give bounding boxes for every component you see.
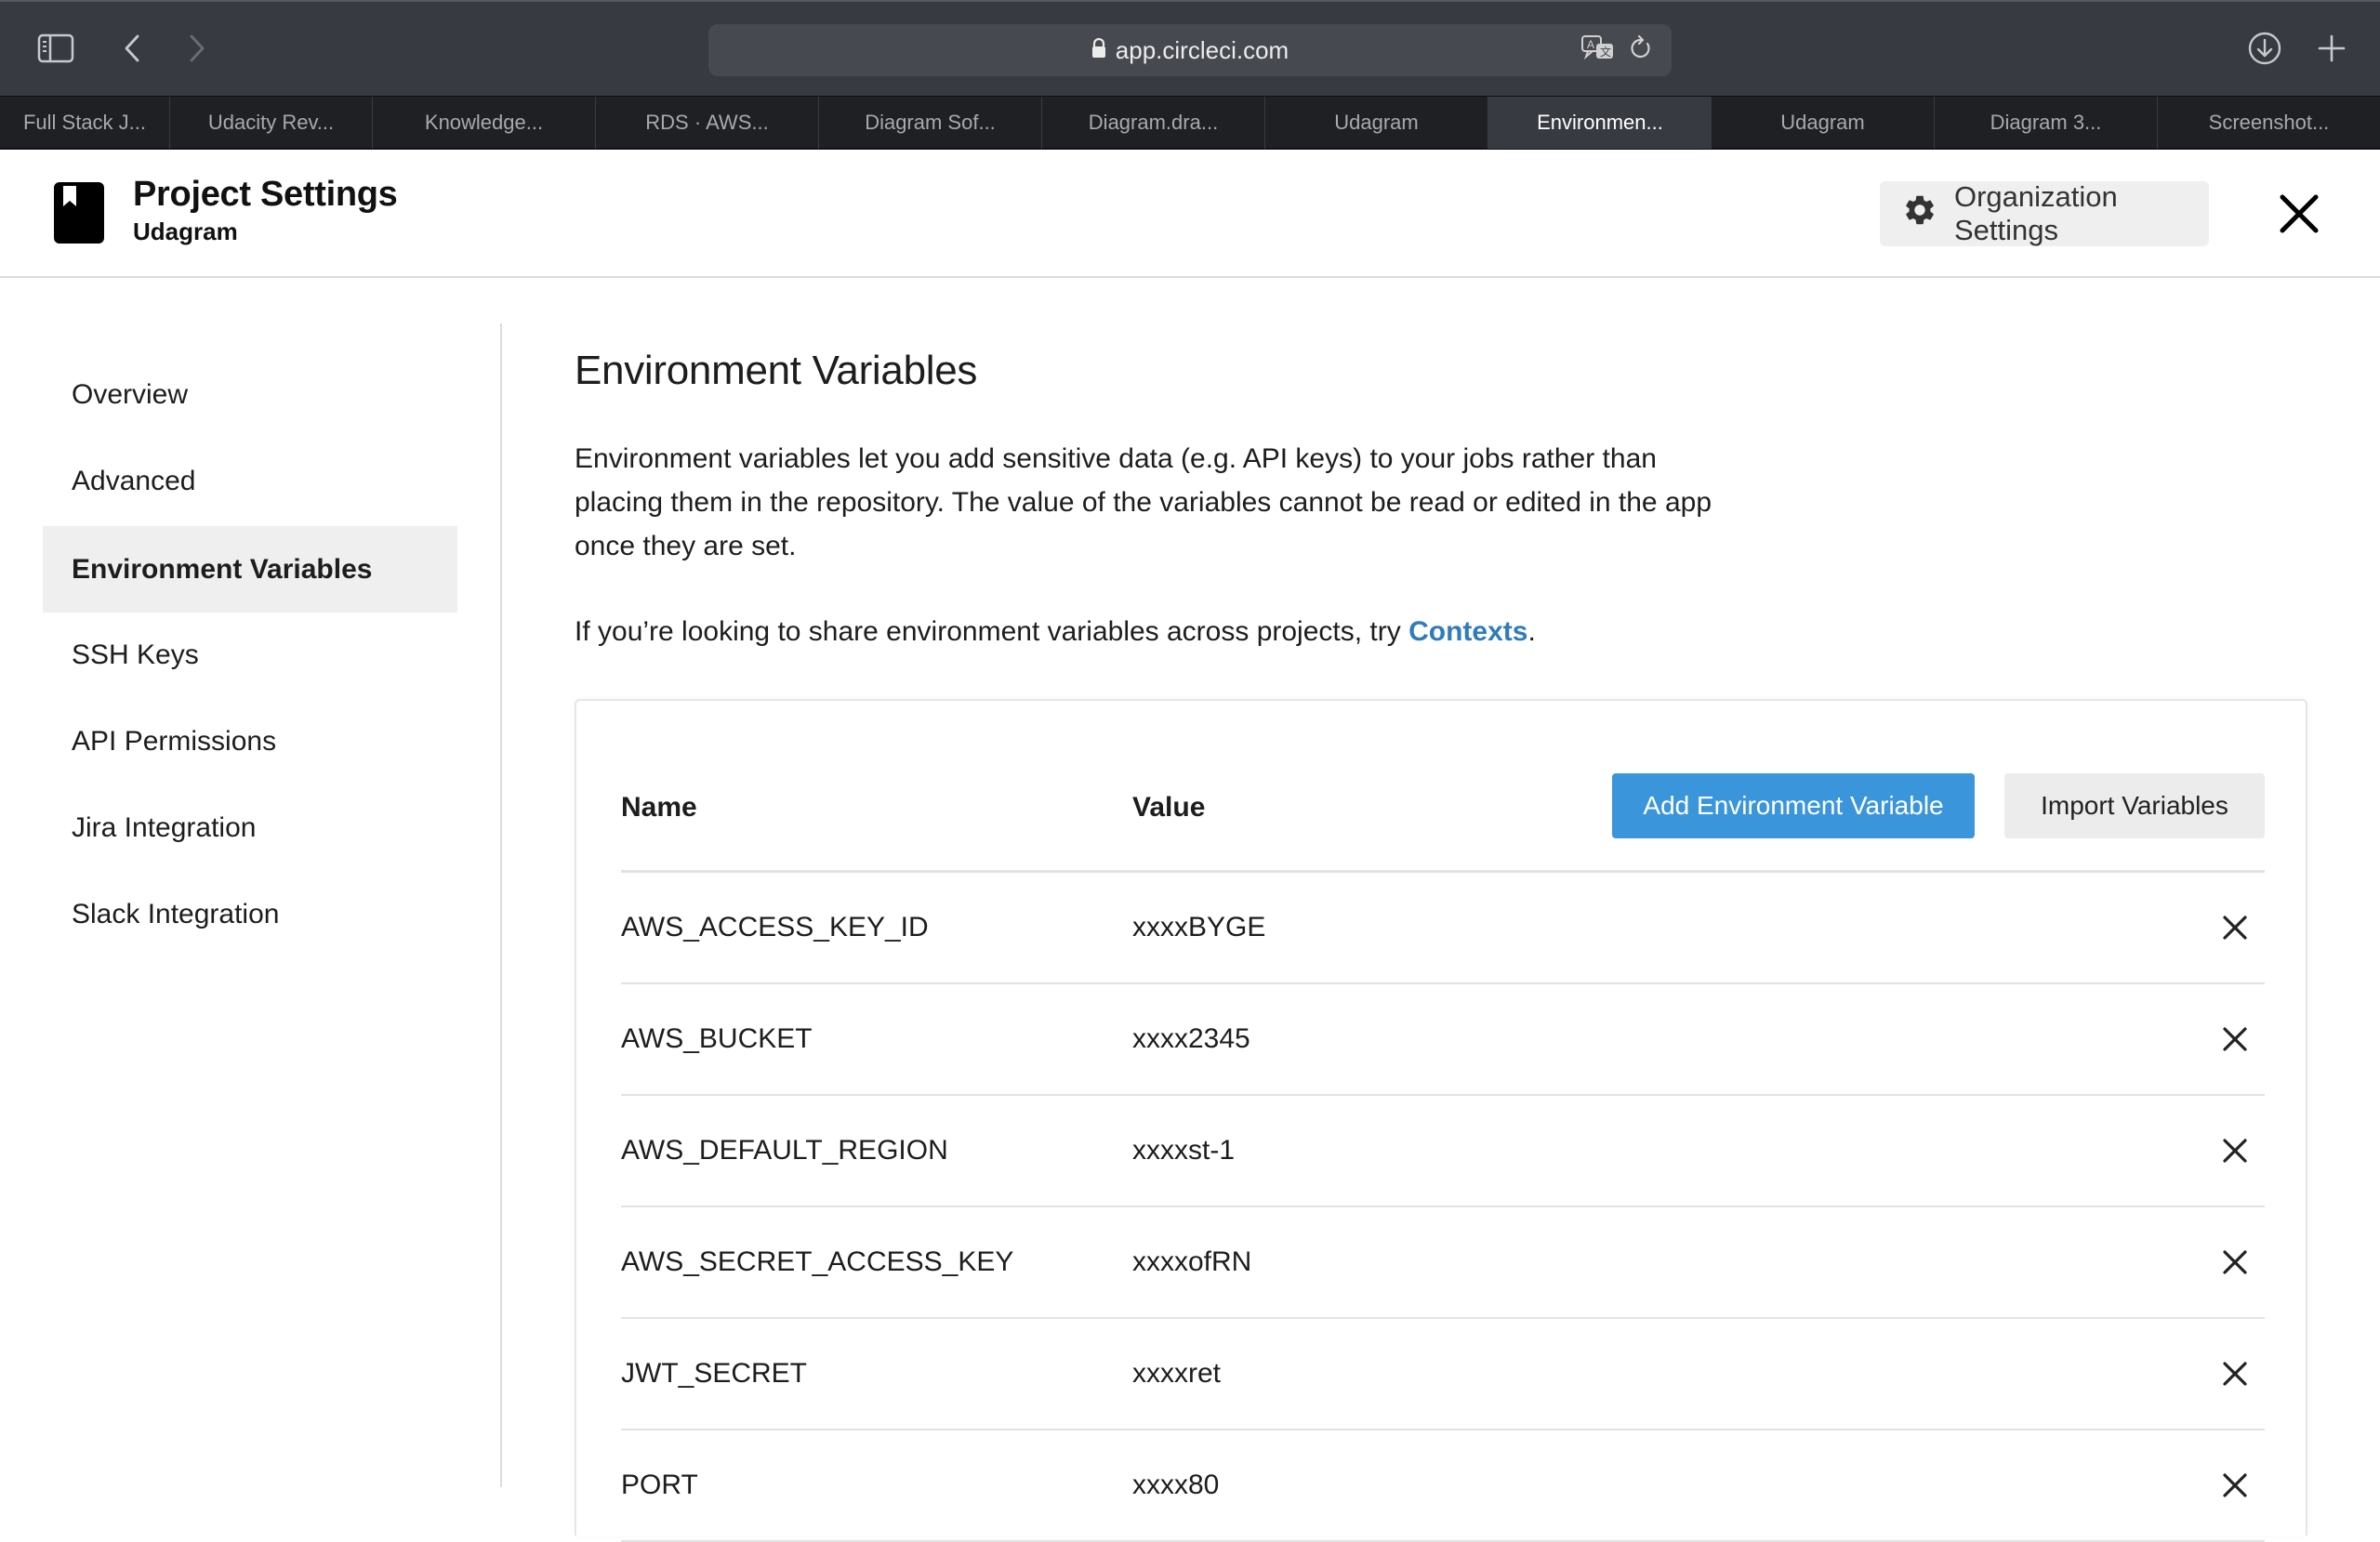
variable-name: AWS_BUCKET (621, 1023, 813, 1054)
variable-name: AWS_DEFAULT_REGION (621, 1135, 948, 1166)
delete-variable-button[interactable] (2222, 1472, 2248, 1498)
column-header-name: Name (621, 792, 697, 823)
delete-variable-button[interactable] (2222, 1138, 2248, 1164)
browser-tab[interactable]: Udagram (1712, 97, 1935, 149)
project-name: Udagram (133, 217, 238, 245)
variable-value: xxxxofRN (1132, 1246, 1252, 1277)
browser-tab[interactable]: Screenshot... (2158, 97, 2380, 149)
close-settings-button[interactable] (2278, 192, 2320, 235)
project-bookmark-icon (54, 182, 104, 244)
table-row: JWT_SECRET xxxxret (621, 1319, 2265, 1430)
plus-icon[interactable] (2311, 28, 2352, 69)
svg-text:文: 文 (1600, 45, 1611, 59)
import-variables-button[interactable]: Import Variables (2004, 773, 2265, 838)
browser-toolbar: app.circleci.com A文 (0, 0, 2380, 96)
browser-tab[interactable]: Full Stack J... (0, 97, 170, 149)
sidebar-toggle-icon[interactable] (35, 28, 76, 69)
close-icon (2223, 1139, 2247, 1163)
tab-bar: Full Stack J... Udacity Rev... Knowledge… (0, 96, 2380, 150)
table-row: AWS_DEFAULT_REGION xxxxst-1 (621, 1096, 2265, 1207)
reload-icon[interactable] (1629, 34, 1653, 67)
contexts-hint: If you’re looking to share environment v… (575, 616, 1536, 647)
settings-header: Project Settings Udagram Organization Se… (0, 150, 2380, 278)
gear-icon (1902, 192, 1937, 235)
page-title: Environment Variables (575, 348, 978, 393)
organization-settings-label: Organization Settings (1954, 180, 2118, 246)
browser-tab[interactable]: Diagram.dra... (1042, 97, 1265, 149)
sidebar-item-slack-integration[interactable]: Slack Integration (43, 871, 457, 957)
delete-variable-button[interactable] (2222, 1361, 2248, 1387)
settings-sidebar: Overview Advanced Environment Variables … (0, 323, 502, 1487)
add-environment-variable-button[interactable]: Add Environment Variable (1612, 773, 1975, 838)
variable-value: xxxxst-1 (1132, 1135, 1236, 1166)
browser-tab-active[interactable]: Environmen... (1488, 97, 1712, 149)
download-icon[interactable] (2244, 28, 2285, 69)
chevron-left-icon[interactable] (112, 28, 152, 69)
chevron-right-icon[interactable] (177, 28, 218, 69)
table-row: AWS_ACCESS_KEY_ID xxxxBYGE (621, 873, 2265, 984)
variable-name: PORT (621, 1470, 698, 1500)
sidebar-item-environment-variables[interactable]: Environment Variables (43, 526, 457, 613)
browser-tab[interactable]: Diagram Sof... (819, 97, 1042, 149)
variable-value: xxxxBYGE (1132, 912, 1266, 942)
url-text: app.circleci.com (1115, 35, 1289, 64)
browser-tab[interactable]: Knowledge... (373, 97, 596, 149)
variable-name: AWS_SECRET_ACCESS_KEY (621, 1246, 1014, 1277)
browser-tab[interactable]: Diagram 3... (1935, 97, 2158, 149)
delete-variable-button[interactable] (2222, 1249, 2248, 1275)
delete-variable-button[interactable] (2222, 1026, 2248, 1052)
page-header-title: Project Settings (133, 175, 398, 214)
svg-text:A: A (1587, 38, 1594, 51)
sidebar-item-jira-integration[interactable]: Jira Integration (43, 784, 457, 871)
organization-settings-button[interactable]: Organization Settings (1880, 180, 2209, 246)
browser-tab[interactable]: RDS · AWS... (596, 97, 819, 149)
sidebar-item-api-permissions[interactable]: API Permissions (43, 698, 457, 784)
close-icon (2223, 1027, 2247, 1051)
sidebar-item-ssh-keys[interactable]: SSH Keys (43, 612, 457, 698)
page-description: Environment variables let you add sensit… (575, 443, 1712, 561)
browser-tab[interactable]: Udagram (1265, 97, 1488, 149)
variable-value: xxxx80 (1132, 1470, 1220, 1500)
sidebar-item-overview[interactable]: Overview (43, 351, 457, 438)
contexts-link[interactable]: Contexts (1408, 616, 1527, 647)
table-row: AWS_BUCKET xxxx2345 (621, 984, 2265, 1096)
sidebar-item-advanced[interactable]: Advanced (43, 438, 457, 524)
env-vars-card: Name Value Add Environment Variable Impo… (575, 699, 2307, 1542)
table-row: AWS_SECRET_ACCESS_KEY xxxxofRN (621, 1207, 2265, 1319)
variable-name: AWS_ACCESS_KEY_ID (621, 912, 929, 942)
variable-name: JWT_SECRET (621, 1358, 808, 1389)
column-header-value: Value (1132, 792, 1206, 823)
delete-variable-button[interactable] (2222, 915, 2248, 941)
close-icon (2223, 1362, 2247, 1386)
table-row: PORT xxxx80 (621, 1430, 2265, 1542)
close-icon (2223, 1250, 2247, 1274)
variable-value: xxxx2345 (1132, 1023, 1250, 1054)
address-bar[interactable]: app.circleci.com A文 (708, 24, 1672, 76)
close-icon (2223, 916, 2247, 940)
close-icon (2223, 1473, 2247, 1497)
variable-value: xxxxret (1132, 1358, 1222, 1389)
browser-tab[interactable]: Udacity Rev... (170, 97, 373, 149)
lock-icon (1091, 36, 1106, 65)
close-icon (2280, 194, 2319, 233)
translate-icon[interactable]: A文 (1580, 33, 1616, 68)
